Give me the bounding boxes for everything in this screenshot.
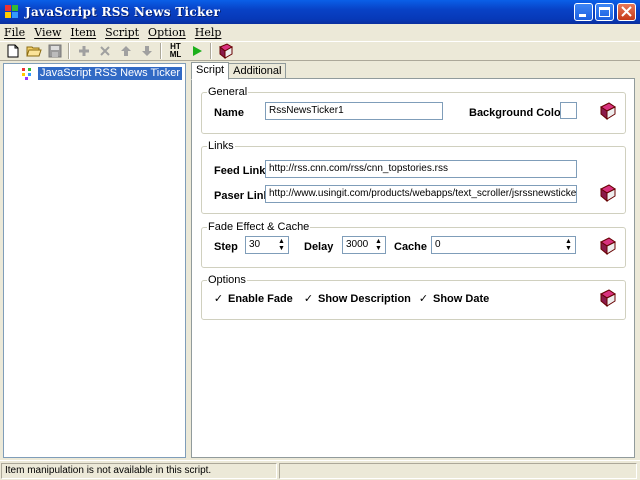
delay-value: 3000 <box>346 239 369 250</box>
spin-up-icon[interactable]: ▲ <box>373 238 384 245</box>
arrow-up-icon <box>120 46 131 56</box>
spin-down-icon[interactable]: ▼ <box>563 245 574 252</box>
menu-option[interactable]: Option <box>148 26 186 39</box>
plus-icon <box>78 46 89 56</box>
close-button[interactable] <box>617 3 636 21</box>
toolbar-separator <box>68 43 70 59</box>
move-down-button[interactable] <box>137 42 156 60</box>
tree-node-root[interactable]: JavaScript RSS News Ticker <box>21 67 182 80</box>
parser-link-input[interactable]: http://www.usingit.com/products/webapps/… <box>265 185 577 203</box>
background-color-label: Background Color <box>469 107 565 119</box>
step-spinner[interactable]: 30 ▲ ▼ <box>245 236 289 254</box>
html-icon: HT ML <box>169 42 182 59</box>
toolbar: HT ML <box>0 41 640 61</box>
parser-link-label: Paser Link <box>214 190 270 202</box>
item-tree[interactable]: JavaScript RSS News Ticker <box>3 63 186 458</box>
run-button[interactable] <box>187 42 206 60</box>
enable-fade-label: Enable Fade <box>228 293 293 305</box>
play-icon <box>192 46 202 56</box>
toolbar-separator <box>210 43 212 59</box>
app-icon <box>5 5 19 19</box>
spin-up-icon[interactable]: ▲ <box>563 238 574 245</box>
enable-fade-checkbox[interactable]: ✓ <box>213 294 224 305</box>
open-button[interactable] <box>24 42 43 60</box>
menu-script[interactable]: Script <box>105 26 139 39</box>
save-disk-icon <box>48 44 61 58</box>
spin-down-icon[interactable]: ▼ <box>373 245 384 252</box>
spin-up-icon[interactable]: ▲ <box>276 238 287 245</box>
options-group: Options ✓ Enable Fade ✓ Show Description… <box>201 274 626 320</box>
book-icon <box>600 289 616 308</box>
help-book-button[interactable] <box>216 42 235 60</box>
tab-additional[interactable]: Additional <box>228 63 287 79</box>
close-icon <box>621 6 632 17</box>
move-up-button[interactable] <box>116 42 135 60</box>
general-help-button[interactable] <box>598 101 618 121</box>
step-spin-arrows[interactable]: ▲ ▼ <box>276 238 287 252</box>
cache-label: Cache <box>394 241 428 253</box>
maximize-button[interactable] <box>595 3 614 21</box>
delay-label: Delay <box>304 241 334 253</box>
new-button[interactable] <box>3 42 22 60</box>
open-folder-icon <box>25 46 42 57</box>
general-group: General Name RssNewsTicker1 Background C… <box>201 86 626 134</box>
cache-value: 0 <box>435 239 441 250</box>
save-button[interactable] <box>45 42 64 60</box>
show-date-checkbox[interactable]: ✓ <box>418 294 429 305</box>
cache-spinner[interactable]: 0 ▲ ▼ <box>431 236 576 254</box>
fade-help-button[interactable] <box>598 236 618 256</box>
cache-spin-arrows[interactable]: ▲ ▼ <box>563 238 574 252</box>
tree-node-icon <box>21 67 35 80</box>
minimize-button[interactable] <box>574 3 593 21</box>
window-title: JavaScript RSS News Ticker <box>25 5 221 19</box>
step-label: Step <box>214 241 238 253</box>
name-input[interactable]: RssNewsTicker1 <box>265 102 443 120</box>
show-date-label: Show Date <box>433 293 490 305</box>
menu-file[interactable]: File <box>4 26 25 39</box>
tree-node-label: JavaScript RSS News Ticker <box>38 67 182 80</box>
delete-item-button[interactable] <box>95 42 114 60</box>
title-bar[interactable]: JavaScript RSS News Ticker <box>0 0 640 24</box>
status-pane-secondary <box>279 462 637 479</box>
book-icon <box>600 102 616 121</box>
options-legend: Options <box>207 274 247 286</box>
spin-down-icon[interactable]: ▼ <box>276 245 287 252</box>
links-group: Links Feed Link http://rss.cnn.com/rss/c… <box>201 140 626 214</box>
show-description-label: Show Description <box>318 293 411 305</box>
delay-spinner[interactable]: 3000 ▲ ▼ <box>342 236 386 254</box>
book-icon <box>218 43 233 59</box>
show-description-checkbox[interactable]: ✓ <box>303 294 314 305</box>
links-legend: Links <box>207 140 235 152</box>
name-label: Name <box>214 107 244 119</box>
new-file-icon <box>7 44 18 58</box>
tab-script[interactable]: Script <box>191 62 230 80</box>
menu-help[interactable]: Help <box>195 26 222 39</box>
menu-item[interactable]: Item <box>70 26 96 39</box>
feed-link-input[interactable]: http://rss.cnn.com/rss/cnn_topstories.rs… <box>265 160 577 178</box>
status-message: Item manipulation is not available in th… <box>1 462 277 479</box>
general-legend: General <box>207 86 249 98</box>
fade-cache-group: Fade Effect & Cache Step 30 ▲ ▼ Delay 30… <box>201 221 626 268</box>
add-item-button[interactable] <box>74 42 93 60</box>
script-tab-page: General Name RssNewsTicker1 Background C… <box>191 78 635 458</box>
options-help-button[interactable] <box>598 288 618 308</box>
menu-view[interactable]: View <box>34 26 61 39</box>
html-button[interactable]: HT ML <box>166 42 185 60</box>
menu-bar: File View Item Script Option Help <box>0 24 640 41</box>
links-help-button[interactable] <box>598 183 618 203</box>
arrow-down-icon <box>141 46 152 56</box>
status-bar: Item manipulation is not available in th… <box>0 460 640 480</box>
feed-link-label: Feed Link <box>214 165 266 177</box>
fade-cache-legend: Fade Effect & Cache <box>207 221 311 233</box>
step-value: 30 <box>249 239 261 250</box>
background-color-swatch[interactable] <box>560 102 577 119</box>
delay-spin-arrows[interactable]: ▲ ▼ <box>373 238 384 252</box>
delete-x-icon <box>99 46 110 56</box>
toolbar-separator <box>160 43 162 59</box>
book-icon <box>600 237 616 256</box>
tab-strip: Script Additional <box>191 62 287 80</box>
book-icon <box>600 184 616 203</box>
